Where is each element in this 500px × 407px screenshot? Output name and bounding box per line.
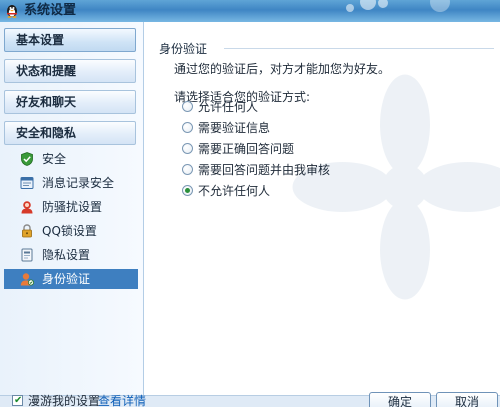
sidebar-item-identity-verification[interactable]: 身份验证 [4,269,138,289]
sidebar: 基本设置 状态和提醒 好友和聊天 安全和隐私 安全 消息记录安全 防骚扰设置 Q… [0,22,144,395]
radio-button[interactable] [182,143,193,154]
section-divider [224,48,494,49]
sidebar-item-security[interactable]: 安全 [4,149,138,169]
cancel-button[interactable]: 取消 [436,392,498,407]
content-panel: 身份验证 通过您的验证后，对方才能加您为好友。 请选择适合您的验证方式: 允许任… [144,22,500,395]
title-flower-decoration [346,4,354,12]
title-flower-decoration [430,0,450,12]
sidebar-category-friends-chat[interactable]: 好友和聊天 [4,90,136,114]
sidebar-item-anti-harassment[interactable]: 防骚扰设置 [4,197,138,217]
message-record-icon [20,177,34,189]
title-flower-decoration [360,0,376,10]
option-label: 需要验证信息 [198,121,271,135]
radio-selected-dot [185,188,190,193]
ok-button[interactable]: 确定 [369,392,431,407]
sidebar-item-label: 隐私设置 [42,248,91,262]
lock-icon [22,224,32,238]
identity-verification-icon [20,273,34,286]
option-label: 需要正确回答问题 [198,142,295,156]
sidebar-item-message-record-security[interactable]: 消息记录安全 [4,173,138,193]
title-flower-decoration [378,0,388,8]
option-label: 允许任何人 [198,100,259,114]
check-icon: ✔ [14,395,23,406]
radio-button[interactable] [182,164,193,175]
sidebar-category-basic[interactable]: 基本设置 [4,28,136,52]
window-title: 系统设置 [24,3,77,18]
privacy-icon [21,248,33,262]
title-bar[interactable]: 系统设置 [0,0,500,22]
settings-window: 系统设置 基本设置 状态和提醒 好友和聊天 安全和隐私 安全 消息记录安全 防骚… [0,0,500,407]
background-flower-watermark [292,74,500,300]
roam-settings-checkbox[interactable]: ✔ [12,395,23,406]
sidebar-item-qq-lock[interactable]: QQ锁设置 [4,221,138,241]
sidebar-item-label: 安全 [42,152,67,166]
roam-settings-label: 漫游我的设置 [28,394,101,407]
sidebar-item-label: 防骚扰设置 [42,200,103,214]
option-label: 需要回答问题并由我审核 [198,163,331,177]
anti-harassment-icon [21,201,33,214]
radio-button-selected[interactable] [182,185,193,196]
sidebar-item-privacy[interactable]: 隐私设置 [4,245,138,265]
shield-icon [21,152,33,166]
radio-button[interactable] [182,101,193,112]
view-details-link[interactable]: 查看详情 [98,394,146,407]
sidebar-item-label: QQ锁设置 [42,224,97,238]
section-title: 身份验证 [159,42,208,56]
radio-button[interactable] [182,122,193,133]
sidebar-item-label: 消息记录安全 [42,176,115,190]
option-label: 不允许任何人 [198,184,271,198]
sidebar-category-security-privacy[interactable]: 安全和隐私 [4,121,136,145]
qq-penguin-icon [7,5,17,18]
sidebar-item-label: 身份验证 [42,272,91,286]
sidebar-category-status[interactable]: 状态和提醒 [4,59,136,83]
section-description: 通过您的验证后，对方才能加您为好友。 [174,62,391,76]
